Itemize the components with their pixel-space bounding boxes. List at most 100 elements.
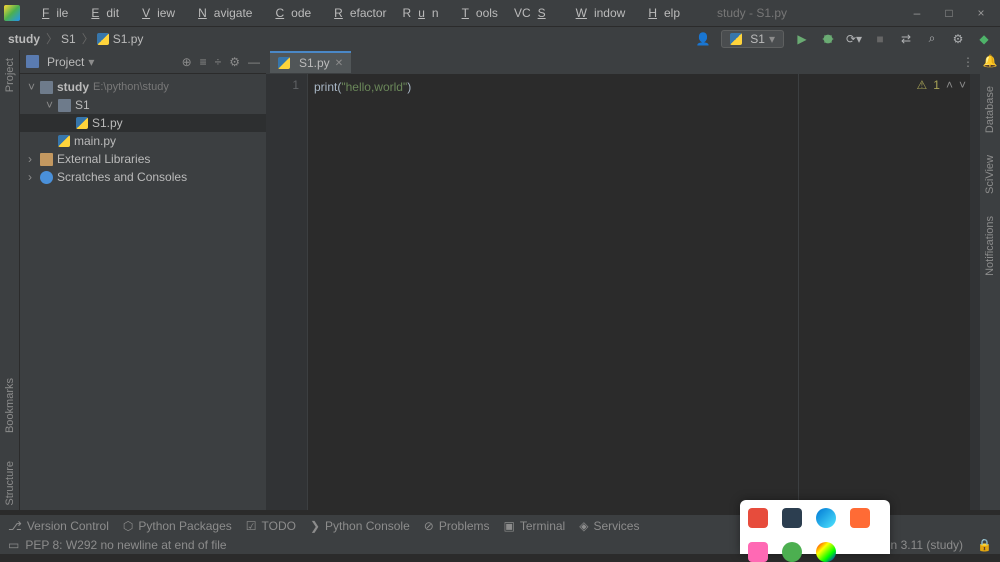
editor: S1.py ✕ ⋮ 1 print("hello,world") ⚠ 1 ˄ ˅ — [266, 50, 980, 510]
ide-scripting-button[interactable]: ◆ — [976, 31, 992, 47]
collapse-all-icon[interactable]: ÷ — [215, 55, 222, 69]
right-margin-line — [798, 74, 799, 510]
bookmarks-tool-button[interactable]: Bookmarks — [4, 374, 16, 437]
stop-button[interactable]: ■ — [872, 31, 888, 47]
settings-button[interactable]: ⚙ — [950, 31, 966, 47]
checklist-icon: ☑ — [246, 519, 257, 533]
status-icon[interactable]: ▭ — [8, 538, 19, 552]
python-console-tool-button[interactable]: ❯Python Console — [310, 519, 410, 533]
project-view-icon — [26, 55, 39, 68]
app-icon[interactable] — [850, 508, 870, 528]
pycharm-logo-icon — [4, 5, 20, 21]
project-panel-title[interactable]: Project — [47, 55, 84, 69]
tree-external-libs[interactable]: › External Libraries — [20, 150, 266, 168]
scratches-icon — [40, 171, 53, 184]
notifications-icon[interactable]: 🔔 — [983, 54, 998, 68]
tree-folder[interactable]: ˅ S1 — [20, 96, 266, 114]
python-file-icon — [278, 57, 290, 69]
menu-window[interactable]: Window — [562, 3, 633, 23]
app-icon[interactable] — [782, 542, 802, 562]
debug-button[interactable] — [820, 31, 836, 47]
menu-vcs[interactable]: VCS — [507, 3, 560, 23]
run-configuration-selector[interactable]: S1 ▾ — [721, 30, 784, 48]
menu-help[interactable]: Help — [634, 3, 687, 23]
right-tool-rail: 🔔 Database SciView Notifications — [980, 50, 1000, 510]
python-packages-tool-button[interactable]: ⬡Python Packages — [123, 519, 232, 533]
services-tool-button[interactable]: ◈Services — [579, 519, 639, 533]
tab-label: S1.py — [299, 56, 330, 70]
window-close-icon[interactable]: × — [974, 6, 988, 20]
code-identifier: print — [314, 80, 337, 94]
version-control-tool-button[interactable]: ⎇Version Control — [8, 519, 109, 533]
menu-edit[interactable]: Edit — [77, 3, 126, 23]
breadcrumb-sep-icon: 〉 — [46, 30, 58, 47]
translate-icon[interactable]: ⇄ — [898, 31, 914, 47]
services-icon: ◈ — [579, 519, 588, 533]
todo-tool-button[interactable]: ☑TODO — [246, 519, 296, 533]
library-icon — [40, 153, 53, 166]
menu-run[interactable]: Run — [396, 3, 446, 23]
menu-tools[interactable]: Tools — [448, 3, 505, 23]
editor-tab[interactable]: S1.py ✕ — [270, 51, 351, 73]
tree-file[interactable]: main.py — [20, 132, 266, 150]
menu-file[interactable]: FFileile — [28, 3, 75, 23]
settings-icon[interactable]: ⚙ — [229, 55, 240, 69]
select-opened-file-icon[interactable]: ⊕ — [182, 55, 192, 69]
window-minimize-icon[interactable]: – — [910, 6, 924, 20]
tree-root[interactable]: ˅ study E:\python\study — [20, 78, 266, 96]
chevron-right-icon[interactable]: › — [28, 152, 40, 166]
terminal-tool-button[interactable]: ▣Terminal — [504, 519, 566, 533]
lock-icon[interactable]: 🔒 — [977, 538, 992, 552]
error-stripe[interactable] — [970, 74, 980, 510]
app-icon[interactable] — [816, 508, 836, 528]
breadcrumb-folder[interactable]: S1 — [61, 32, 76, 46]
menu-code[interactable]: Code — [261, 3, 318, 23]
hide-icon[interactable]: — — [248, 55, 260, 69]
tree-file[interactable]: S1.py — [20, 114, 266, 132]
problems-tool-button[interactable]: ⊘Problems — [424, 519, 490, 533]
dropdown-icon: ▾ — [769, 32, 775, 46]
project-tree[interactable]: ˅ study E:\python\study ˅ S1 S1.py main.… — [20, 74, 266, 510]
structure-tool-button[interactable]: Structure — [4, 457, 16, 510]
menu-view[interactable]: View — [128, 3, 182, 23]
database-tool-button[interactable]: Database — [984, 82, 996, 137]
breadcrumb-sep-icon: 〉 — [82, 30, 94, 47]
gutter[interactable]: 1 — [266, 74, 308, 510]
branch-icon: ⎇ — [8, 519, 22, 533]
project-tool-window: Project ▾ ⊕ ≡ ÷ ⚙ — ˅ study E:\python\st… — [20, 50, 266, 510]
app-icon[interactable] — [816, 542, 836, 562]
close-tab-icon[interactable]: ✕ — [335, 58, 343, 69]
main-menu: FFileile Edit View Navigate Code Refacto… — [28, 3, 687, 23]
notifications-tool-button[interactable]: Notifications — [984, 212, 996, 280]
chevron-down-icon[interactable]: ˅ — [959, 78, 966, 92]
title-bar: FFileile Edit View Navigate Code Refacto… — [0, 0, 1000, 26]
menu-refactor[interactable]: Refactor — [320, 3, 393, 23]
taskbar-popup[interactable] — [740, 500, 890, 554]
title-hint: study - S1.py — [717, 6, 787, 20]
expand-all-icon[interactable]: ≡ — [200, 55, 207, 69]
app-icon[interactable] — [782, 508, 802, 528]
chevron-up-icon[interactable]: ˄ — [946, 78, 953, 92]
search-everywhere-button[interactable]: ⌕ — [924, 31, 940, 47]
chevron-down-icon[interactable]: ˅ — [28, 80, 40, 94]
package-icon: ⬡ — [123, 519, 133, 533]
sciview-tool-button[interactable]: SciView — [984, 151, 996, 198]
app-icon[interactable] — [748, 508, 768, 528]
user-icon[interactable]: 👤 — [695, 31, 711, 47]
warning-icon: ⊘ — [424, 519, 434, 533]
run-with-coverage-button[interactable]: ⟳▾ — [846, 31, 862, 47]
app-icon[interactable] — [748, 542, 768, 562]
breadcrumb-project[interactable]: study — [8, 32, 40, 46]
window-maximize-icon[interactable]: □ — [942, 6, 956, 20]
dropdown-icon[interactable]: ▾ — [88, 55, 94, 69]
run-button[interactable]: ▶ — [794, 31, 810, 47]
chevron-right-icon[interactable]: › — [28, 170, 40, 184]
code-editor[interactable]: 1 print("hello,world") ⚠ 1 ˄ ˅ — [266, 74, 980, 510]
chevron-down-icon[interactable]: ˅ — [46, 98, 58, 112]
project-tool-button[interactable]: Project — [4, 54, 16, 96]
breadcrumb-file[interactable]: S1.py — [113, 32, 144, 46]
menu-navigate[interactable]: Navigate — [184, 3, 259, 23]
tab-options-icon[interactable]: ⋮ — [962, 55, 980, 69]
inspection-indicator[interactable]: ⚠ 1 ˄ ˅ — [917, 78, 966, 92]
tree-scratches[interactable]: › Scratches and Consoles — [20, 168, 266, 186]
